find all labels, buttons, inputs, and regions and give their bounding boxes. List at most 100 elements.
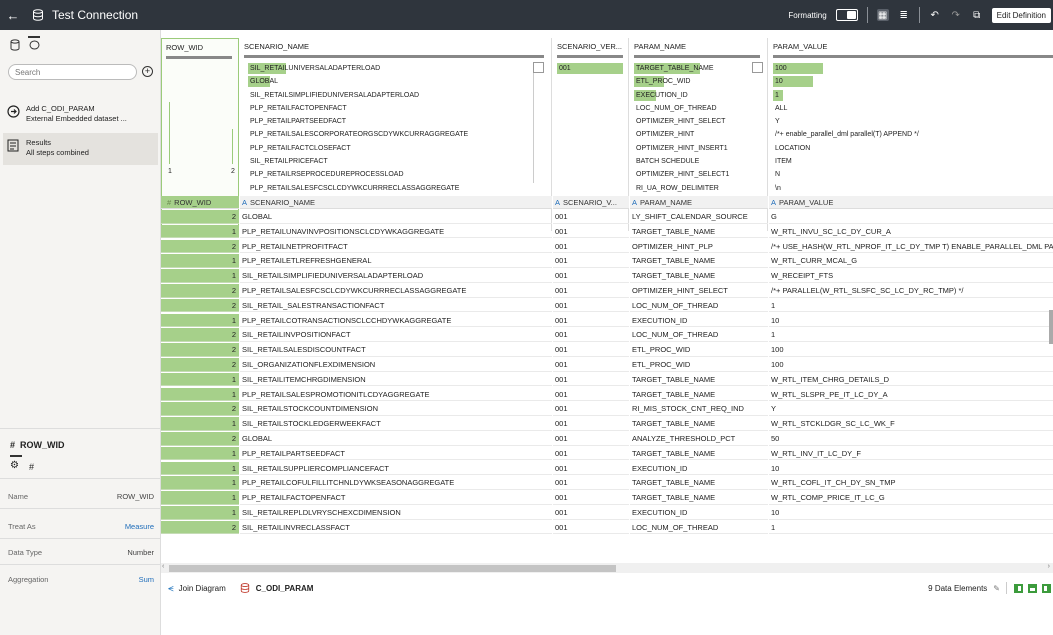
table-cell[interactable]: 001 [553, 447, 629, 461]
profile-value[interactable]: 10 [773, 75, 919, 88]
profile-value[interactable]: OPTIMIZER_HINT_INSERT1 [634, 142, 729, 155]
profile-value[interactable]: Y [773, 115, 919, 128]
checkbox[interactable] [533, 62, 544, 73]
table-cell[interactable]: 10 [769, 506, 1053, 520]
property-treat-as[interactable]: Treat As Measure [8, 522, 154, 531]
profile-value[interactable]: PLP_RETAILRSEPROCEDUREPROCESSLOAD [248, 168, 468, 181]
table-cell[interactable]: TARGET_TABLE_NAME [630, 254, 768, 268]
preview-icon[interactable]: ⧉ [971, 9, 983, 21]
column-header-scenario-name[interactable]: A SCENARIO_NAME [240, 196, 552, 209]
add-icon[interactable]: + [142, 66, 153, 77]
table-cell[interactable]: 001 [553, 284, 629, 298]
profile-value[interactable]: BATCH SCHEDULE [634, 155, 729, 168]
table-cell[interactable]: /*+ PARALLEL(W_RTL_SLSFC_SC_LC_DY_RC_TMP… [769, 284, 1053, 298]
table-cell[interactable]: EXECUTION_ID [630, 462, 768, 476]
table-cell[interactable]: 001 [553, 240, 629, 254]
profile-value[interactable]: ALL [773, 102, 919, 115]
profile-value[interactable]: ITEM [773, 155, 919, 168]
row-wid-cell[interactable]: 1 [161, 269, 239, 283]
table-cell[interactable]: OPTIMIZER_HINT_SELECT [630, 284, 768, 298]
profile-value[interactable]: N [773, 168, 919, 181]
row-wid-cell[interactable]: 1 [161, 372, 239, 387]
table-cell[interactable]: 1 [769, 521, 1053, 535]
row-wid-cell[interactable]: 1 [161, 224, 239, 239]
layout-top-icon[interactable] [1028, 583, 1037, 593]
horizontal-scrollbar[interactable]: ‹ › [161, 563, 1053, 573]
checkbox[interactable] [752, 62, 763, 73]
table-cell[interactable]: TARGET_TABLE_NAME [630, 373, 768, 387]
table-cell[interactable]: W_RTL_ITEM_CHRG_DETAILS_D [769, 373, 1053, 387]
table-cell[interactable]: PLP_RETAILSALESFCSCLCDYWKCURRRECLASSAGGR… [240, 284, 552, 298]
table-cell[interactable]: W_RTL_INV_IT_LC_DY_F [769, 447, 1053, 461]
table-cell[interactable]: LOC_NUM_OF_THREAD [630, 299, 768, 313]
table-cell[interactable]: GLOBAL [240, 432, 552, 446]
profile-value[interactable]: EXECUTION_ID [634, 89, 729, 102]
table-cell[interactable]: 1 [769, 299, 1053, 313]
join-diagram-tab[interactable]: Join Diagram [179, 584, 226, 593]
scroll-right-icon[interactable]: › [1048, 563, 1050, 570]
layout-left-icon[interactable] [1014, 583, 1023, 593]
table-cell[interactable]: LOC_NUM_OF_THREAD [630, 521, 768, 535]
table-cell[interactable]: 001 [553, 299, 629, 313]
table-cell[interactable]: 001 [553, 476, 629, 490]
profile-value[interactable]: LOC_NUM_OF_THREAD [634, 102, 729, 115]
table-cell[interactable]: 001 [553, 491, 629, 505]
row-wid-cell[interactable]: 2 [161, 239, 239, 254]
table-cell[interactable]: W_RTL_INVU_SC_LC_DY_CUR_A [769, 225, 1053, 239]
table-cell[interactable]: EXECUTION_ID [630, 314, 768, 328]
profile-value[interactable]: TARGET_TABLE_NAME [634, 62, 729, 75]
table-cell[interactable]: 001 [553, 417, 629, 431]
table-cell[interactable]: TARGET_TABLE_NAME [630, 225, 768, 239]
scroll-thumb[interactable] [169, 565, 616, 572]
row-wid-cell[interactable]: 2 [161, 402, 239, 416]
table-cell[interactable]: 001 [553, 343, 629, 357]
table-cell[interactable]: W_RTL_COMP_PRICE_IT_LC_G [769, 491, 1053, 505]
row-wid-cell[interactable]: 1 [161, 476, 239, 490]
profile-value[interactable]: 001 [557, 62, 623, 75]
profile-value[interactable]: PLP_RETAILPARTSEEDFACT [248, 115, 468, 128]
table-cell[interactable]: GLOBAL [240, 210, 552, 224]
table-cell[interactable]: 001 [553, 388, 629, 402]
column-header-scenario-version[interactable]: A SCENARIO_V... [553, 196, 629, 209]
profile-value[interactable]: SIL_RETAILPRICEFACT [248, 155, 468, 168]
table-cell[interactable]: LY_SHIFT_CALENDAR_SOURCE [630, 210, 768, 224]
database-tab-icon[interactable] [9, 39, 21, 51]
table-cell[interactable]: 001 [553, 521, 629, 535]
table-cell[interactable]: SIL_RETAILREPLDLVRYSCHEXCDIMENSION [240, 506, 552, 520]
table-cell[interactable]: PLP_RETAILCOTRANSACTIONSCLCCHDYWKAGGREGA… [240, 314, 552, 328]
table-cell[interactable]: 001 [553, 314, 629, 328]
table-cell[interactable]: W_RTL_SLSPR_PE_IT_LC_DY_A [769, 388, 1053, 402]
table-cell[interactable]: SIL_RETAIL_SALESTRANSACTIONFACT [240, 299, 552, 313]
table-cell[interactable]: 1 [769, 328, 1053, 342]
row-wid-cell[interactable]: 1 [161, 506, 239, 520]
table-cell[interactable]: 001 [553, 210, 629, 224]
table-cell[interactable]: 001 [553, 269, 629, 283]
table-cell[interactable]: PLP_RETAILETLREFRESHGENERAL [240, 254, 552, 268]
row-wid-cell[interactable]: 1 [161, 417, 239, 431]
table-cell[interactable]: TARGET_TABLE_NAME [630, 447, 768, 461]
table-cell[interactable]: 001 [553, 506, 629, 520]
redo-icon[interactable]: ↷ [950, 9, 962, 21]
search-input[interactable]: Search [8, 64, 137, 80]
profile-value[interactable]: SIL_RETAILSIMPLIFIEDUNIVERSALADAPTERLOAD [248, 89, 468, 102]
table-cell[interactable]: EXECUTION_ID [630, 506, 768, 520]
table-cell[interactable]: 001 [553, 254, 629, 268]
table-cell[interactable]: TARGET_TABLE_NAME [630, 388, 768, 402]
property-aggregation[interactable]: Aggregation Sum [8, 575, 154, 584]
row-wid-cell[interactable]: 2 [161, 284, 239, 298]
edit-definition-button[interactable]: Edit Definition [991, 7, 1051, 23]
row-wid-cell[interactable]: 1 [161, 313, 239, 328]
table-cell[interactable]: PLP_RETAILFACTOPENFACT [240, 491, 552, 505]
table-cell[interactable]: OPTIMIZER_HINT_PLP [630, 240, 768, 254]
row-wid-cell[interactable]: 2 [161, 343, 239, 357]
table-cell[interactable]: 10 [769, 462, 1053, 476]
table-cell[interactable]: PLP_RETAILCOFULFILLITCHNLDYWKSEASONAGGRE… [240, 476, 552, 490]
pin-icon[interactable]: ✎ [993, 584, 1000, 593]
grid-view-icon[interactable]: ▦ [876, 9, 889, 21]
table-cell[interactable]: W_RTL_CURR_MCAL_G [769, 254, 1053, 268]
table-cell[interactable]: 001 [553, 432, 629, 446]
profile-value[interactable]: OPTIMIZER_HINT [634, 128, 729, 141]
column-header-row-wid[interactable]: # ROW_WID [161, 196, 239, 209]
join-diagram-icon[interactable]: ⪪ [168, 583, 174, 594]
table-cell[interactable]: TARGET_TABLE_NAME [630, 491, 768, 505]
